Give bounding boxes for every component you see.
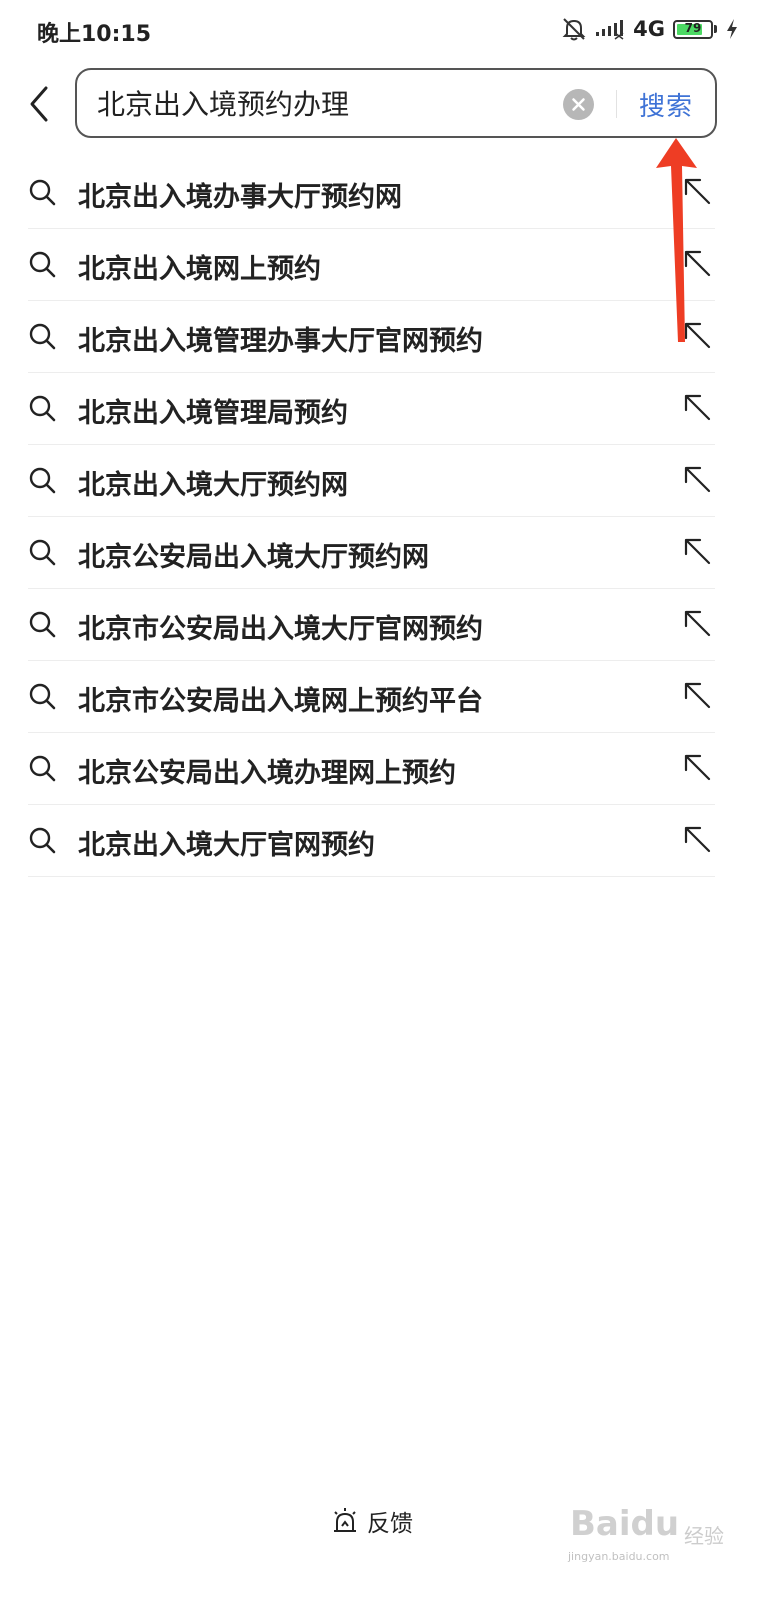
arrow-up-left-icon[interactable] <box>683 825 711 853</box>
search-divider <box>616 90 617 118</box>
search-icon <box>29 539 56 566</box>
back-button[interactable] <box>24 84 58 124</box>
search-icon <box>29 467 56 494</box>
arrow-up-left-icon[interactable] <box>683 393 711 421</box>
search-icon <box>29 611 56 638</box>
suggestion-text: 北京出入境大厅官网预约 <box>78 830 375 861</box>
suggestion-text: 北京市公安局出入境网上预约平台 <box>78 686 483 717</box>
search-icon <box>29 755 56 782</box>
suggestion-text: 北京市公安局出入境大厅官网预约 <box>78 614 483 645</box>
search-icon <box>29 683 56 710</box>
suggestion-text: 北京出入境管理办事大厅官网预约 <box>78 326 483 357</box>
mute-bell-icon <box>562 18 586 41</box>
battery-level: 79 <box>684 20 702 35</box>
list-item[interactable]: 北京出入境管理局预约 <box>28 373 715 445</box>
close-icon <box>572 98 585 111</box>
network-label: 4G <box>633 17 665 41</box>
arrow-up-left-icon[interactable] <box>683 537 711 565</box>
arrow-up-left-icon[interactable] <box>683 681 711 709</box>
search-icon <box>29 179 56 206</box>
search-icon <box>29 395 56 422</box>
feedback-button[interactable]: 反馈 <box>331 1503 413 1539</box>
search-icon <box>29 323 56 350</box>
list-item[interactable]: 北京出入境办事大厅预约网 <box>28 157 715 229</box>
search-icon <box>29 827 56 854</box>
battery-icon: 79 <box>673 19 713 39</box>
list-item[interactable]: 北京出入境网上预约 <box>28 229 715 301</box>
feedback-label: 反馈 <box>367 1511 413 1537</box>
status-time: 晚上10:15 <box>37 22 152 47</box>
status-bar: 晚上10:15 4G 79 <box>0 0 757 58</box>
suggestion-text: 北京出入境办事大厅预约网 <box>78 182 402 213</box>
alarm-light-icon <box>334 1508 356 1532</box>
watermark-url: jingyan.baidu.com <box>568 1550 670 1563</box>
arrow-up-left-icon[interactable] <box>683 753 711 781</box>
search-button[interactable]: 搜索 <box>639 86 693 123</box>
watermark-cn: 经验 <box>684 1524 724 1548</box>
arrow-up-left-icon[interactable] <box>683 465 711 493</box>
search-icon <box>29 251 56 278</box>
suggestion-list: 北京出入境办事大厅预约网 北京出入境网上预约 北京出入境管理办事大厅官网预约 北… <box>28 157 715 877</box>
charging-icon <box>727 19 737 39</box>
list-item[interactable]: 北京市公安局出入境网上预约平台 <box>28 661 715 733</box>
search-box: 搜索 <box>75 68 717 138</box>
list-item[interactable]: 北京公安局出入境大厅预约网 <box>28 517 715 589</box>
annotation-arrow-icon <box>656 138 697 342</box>
watermark-brand: Baidu <box>570 1504 680 1544</box>
suggestion-text: 北京出入境管理局预约 <box>78 398 348 429</box>
list-item[interactable]: 北京公安局出入境办理网上预约 <box>28 733 715 805</box>
status-icons: 4G 79 <box>561 14 739 44</box>
suggestion-text: 北京公安局出入境办理网上预约 <box>78 758 456 789</box>
search-input[interactable] <box>97 80 557 126</box>
signal-icon <box>596 20 624 40</box>
suggestion-text: 北京出入境大厅预约网 <box>78 470 348 501</box>
clear-button[interactable] <box>563 89 594 120</box>
suggestion-text: 北京出入境网上预约 <box>78 254 321 285</box>
list-item[interactable]: 北京出入境大厅官网预约 <box>28 805 715 877</box>
suggestion-text: 北京公安局出入境大厅预约网 <box>78 542 429 573</box>
chevron-left-icon <box>30 86 48 122</box>
arrow-up-left-icon[interactable] <box>683 609 711 637</box>
list-item[interactable]: 北京出入境管理办事大厅官网预约 <box>28 301 715 373</box>
list-item[interactable]: 北京出入境大厅预约网 <box>28 445 715 517</box>
list-item[interactable]: 北京市公安局出入境大厅官网预约 <box>28 589 715 661</box>
baidu-watermark: Baidu 经验 jingyan.baidu.com <box>566 1490 746 1570</box>
